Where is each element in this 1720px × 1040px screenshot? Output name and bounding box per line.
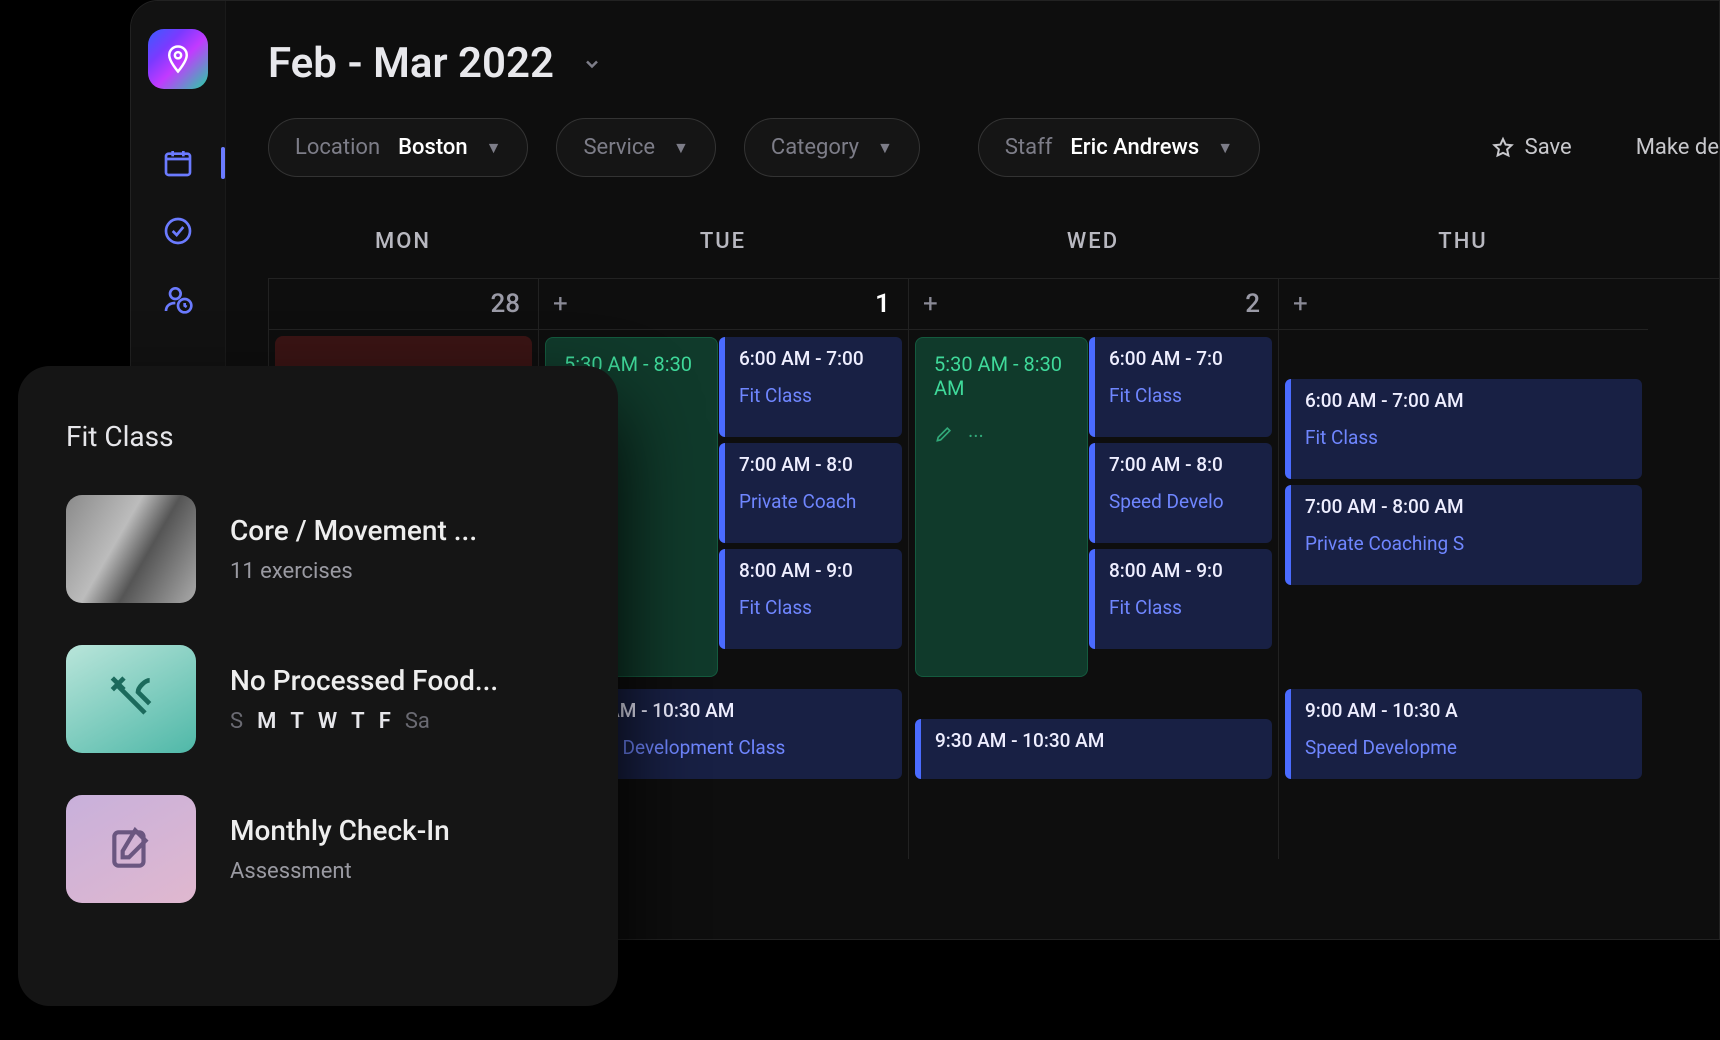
star-icon: [1491, 136, 1515, 160]
plus-icon[interactable]: +: [1293, 289, 1308, 319]
sidebar-item-calendar[interactable]: [131, 129, 225, 197]
plus-icon[interactable]: +: [923, 289, 938, 319]
save-button-label: Save: [1525, 135, 1572, 160]
event-slot[interactable]: 6:00 AM - 7:00 AMFit Class: [1285, 379, 1642, 479]
filter-service[interactable]: Service ▼: [556, 118, 715, 177]
save-button[interactable]: Save: [1491, 135, 1572, 160]
plus-icon[interactable]: +: [553, 289, 568, 319]
filter-location-value: Boston: [398, 135, 468, 160]
day-header-mon: MON: [268, 217, 538, 278]
app-logo[interactable]: [148, 29, 208, 89]
popover-item-subtitle: Assessment: [230, 859, 450, 884]
event-column: 6:00 AM - 7:00 AMFit Class 7:00 AM - 8:0…: [1285, 379, 1642, 585]
check-circle-icon: [162, 215, 194, 247]
event-time: 5:30 AM - 8:30 AM: [934, 352, 1069, 400]
popover-item-assessment[interactable]: Monthly Check-In Assessment: [66, 795, 570, 903]
calendar-icon: [162, 147, 194, 179]
popover-item-title: No Processed Food...: [230, 664, 498, 697]
day-cell-thu: + 6:00 AM - 7:00 AMFit Class 7:00 AM - 8…: [1278, 279, 1648, 859]
fit-class-popover: Fit Class Core / Movement ... 11 exercis…: [18, 366, 618, 1006]
thumbnail-photo: [66, 495, 196, 603]
filter-service-label: Service: [583, 135, 655, 160]
chevron-down-icon: ▼: [877, 138, 893, 158]
event-slot[interactable]: 9:00 AM - 10:30 ASpeed Developme: [1285, 689, 1642, 779]
chevron-down-icon: ▼: [486, 138, 502, 158]
popover-item-days: SMTWTFSa: [230, 709, 498, 734]
thumbnail-assessment: [66, 795, 196, 903]
chevron-down-icon: ▼: [1217, 138, 1233, 158]
day-cell-wed: + 2 5:30 AM - 8:30 AM ··· 6:0: [908, 279, 1278, 859]
day-number: 2: [1245, 289, 1260, 319]
event-slot[interactable]: 6:00 AM - 7:0Fit Class: [1089, 337, 1272, 437]
day-indicator: M: [257, 709, 276, 734]
day-indicator: S: [230, 709, 243, 734]
popover-item-subtitle: 11 exercises: [230, 559, 477, 584]
thumbnail-nutrition: [66, 645, 196, 753]
user-clock-icon: [162, 283, 194, 315]
event-column: 6:00 AM - 7:0Fit Class 7:00 AM - 8:0Spee…: [1089, 337, 1272, 649]
popover-item-habit[interactable]: No Processed Food... SMTWTFSa: [66, 645, 570, 753]
make-default-button[interactable]: Make de: [1636, 135, 1719, 160]
event-slot[interactable]: 6:00 AM - 7:00Fit Class: [719, 337, 902, 437]
more-icon[interactable]: ···: [968, 424, 984, 448]
event-block-green[interactable]: 5:30 AM - 8:30 AM ···: [915, 337, 1088, 677]
filter-category-label: Category: [771, 135, 859, 160]
event-slot[interactable]: 7:00 AM - 8:0Private Coach: [719, 443, 902, 543]
popover-item-workout[interactable]: Core / Movement ... 11 exercises: [66, 495, 570, 603]
location-pin-icon: [163, 44, 193, 74]
event-slot[interactable]: 8:00 AM - 9:0Fit Class: [1089, 549, 1272, 649]
filter-category[interactable]: Category ▼: [744, 118, 920, 177]
popover-item-title: Core / Movement ...: [230, 514, 477, 547]
day-number: 28: [490, 289, 520, 319]
filter-staff-value: Eric Andrews: [1070, 135, 1199, 160]
day-indicator: F: [379, 709, 391, 734]
page-title: Feb - Mar 2022: [268, 39, 554, 88]
filter-location[interactable]: Location Boston ▼: [268, 118, 528, 177]
filter-location-label: Location: [295, 135, 380, 160]
chevron-down-icon[interactable]: [582, 54, 602, 74]
day-indicator: W: [318, 709, 337, 734]
event-slot[interactable]: 7:00 AM - 8:00 AMPrivate Coaching S: [1285, 485, 1642, 585]
popover-title: Fit Class: [66, 420, 570, 453]
day-indicator: Sa: [405, 709, 430, 734]
day-header-wed: WED: [908, 217, 1278, 278]
popover-item-title: Monthly Check-In: [230, 814, 450, 847]
edit-note-icon: [106, 824, 156, 874]
sidebar-item-tasks[interactable]: [131, 197, 225, 265]
event-slot[interactable]: 7:00 AM - 8:0Speed Develo: [1089, 443, 1272, 543]
filter-staff-label: Staff: [1005, 135, 1053, 160]
day-indicator: T: [351, 709, 365, 734]
sidebar-item-clients[interactable]: [131, 265, 225, 333]
filter-staff[interactable]: Staff Eric Andrews ▼: [978, 118, 1260, 177]
event-slot[interactable]: 9:30 AM - 10:30 AM: [915, 719, 1272, 779]
day-header-tue: TUE: [538, 217, 908, 278]
day-indicator: T: [290, 709, 304, 734]
utensils-icon: [103, 671, 159, 727]
pencil-icon[interactable]: [934, 424, 954, 444]
event-slot[interactable]: 8:00 AM - 9:0Fit Class: [719, 549, 902, 649]
event-column: 6:00 AM - 7:00Fit Class 7:00 AM - 8:0Pri…: [719, 337, 902, 649]
chevron-down-icon: ▼: [673, 138, 689, 158]
day-header-thu: THU: [1278, 217, 1648, 278]
day-number: 1: [875, 289, 890, 319]
